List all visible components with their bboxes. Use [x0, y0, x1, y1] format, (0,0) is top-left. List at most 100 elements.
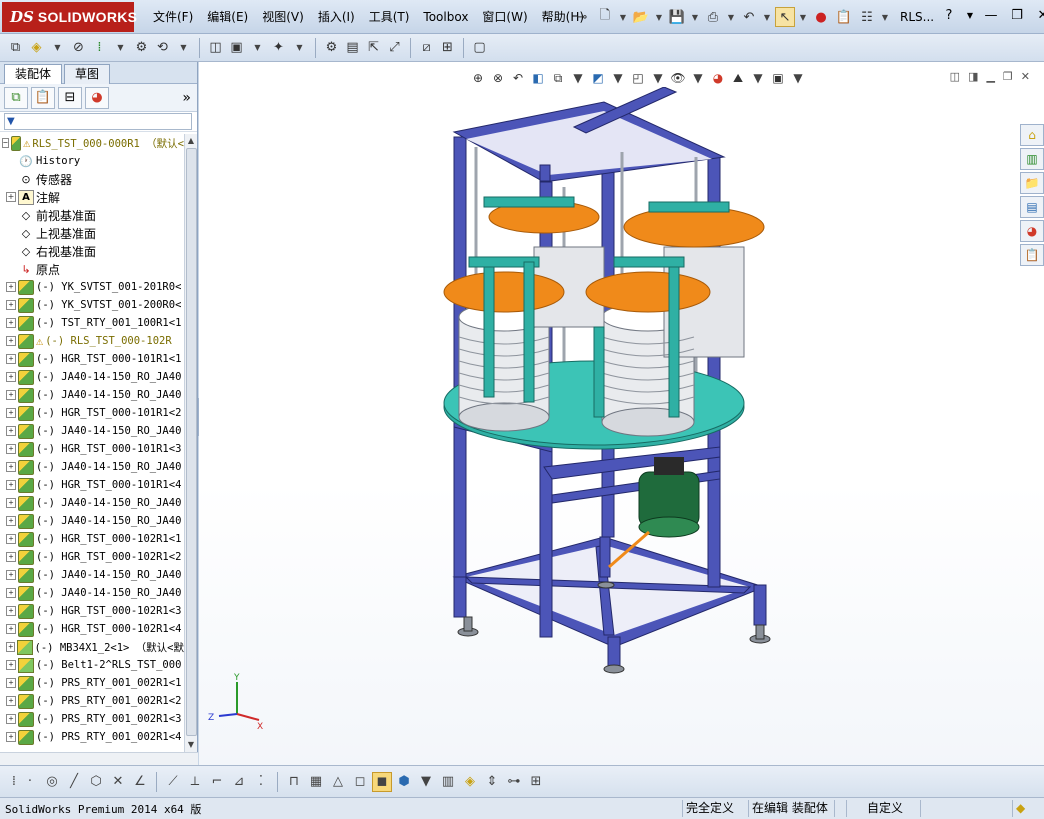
tree-item[interactable]: + (-) Belt1-2^RLS_TST_000	[0, 656, 184, 674]
solidworks-logo[interactable]: DS SOLIDWORKS	[2, 2, 137, 32]
dropdown-arrow-icon[interactable]: ▼	[880, 7, 890, 27]
solidworks-resources-icon[interactable]: ⌂	[1020, 124, 1044, 146]
display-manager-tab-icon[interactable]: ◕	[85, 86, 109, 109]
print-icon[interactable]: ⎙	[703, 7, 723, 27]
smart-fasteners-icon[interactable]: ⚙	[132, 38, 151, 58]
close-icon[interactable]: ✕	[1032, 6, 1044, 26]
circle-icon[interactable]: ◎	[42, 772, 62, 792]
expand-icon[interactable]: +	[6, 444, 16, 454]
dropdown-arrow-icon[interactable]: ▼	[111, 38, 130, 58]
expand-icon[interactable]: +	[6, 552, 16, 562]
tree-item[interactable]: ◇ 右视基准面	[0, 242, 184, 260]
tree-item[interactable]: ◇ 前视基准面	[0, 206, 184, 224]
expand-icon[interactable]: +	[6, 498, 16, 508]
edit-appearance-icon[interactable]: ◕	[709, 68, 727, 88]
tree-item[interactable]: ↳ 原点	[0, 260, 184, 278]
help-icon[interactable]: ?	[938, 6, 960, 26]
feature-tree-filter[interactable]: ▼	[4, 113, 192, 130]
options-icon[interactable]: ☷	[857, 7, 877, 27]
minimize-icon[interactable]: —	[980, 6, 1002, 26]
undo-icon[interactable]: ↶	[739, 7, 759, 27]
menu-item-6[interactable]: 窗口(W)	[475, 0, 534, 34]
point-icon[interactable]: ·	[20, 772, 40, 792]
explode-line-sketch-icon[interactable]: ⤢	[385, 38, 404, 58]
dropdown-arrow-icon[interactable]: ▼	[762, 7, 772, 27]
property-manager-tab-icon[interactable]: 📋	[31, 86, 55, 109]
dropdown-arrow-icon[interactable]: ▼	[690, 7, 700, 27]
trim-icon[interactable]: ✕	[108, 772, 128, 792]
expand-icon[interactable]: +	[6, 570, 16, 580]
view-palette-icon[interactable]: ▤	[1020, 196, 1044, 218]
tree-item[interactable]: + (-) JA40-14-150_RO_JA40	[0, 584, 184, 602]
dropdown-arrow-icon[interactable]: ▼	[726, 7, 736, 27]
menu-item-5[interactable]: Toolbox	[416, 0, 475, 34]
hide-show-items-icon[interactable]: 👁	[669, 68, 687, 88]
expand-icon[interactable]: +	[6, 732, 16, 742]
expand-icon[interactable]: +	[6, 300, 16, 310]
viewport-close-icon[interactable]: ✕	[1021, 70, 1030, 83]
offset-icon[interactable]: ⟂	[185, 772, 205, 792]
assembly-xpert-icon[interactable]: ▥	[438, 772, 458, 792]
dimension-icon[interactable]: ⊓	[284, 772, 304, 792]
tree-item[interactable]: + (-) PRS_RTY_001_002R1<3	[0, 710, 184, 728]
tree-item[interactable]: + (-) HGR_TST_000-101R1<1	[0, 350, 184, 368]
lighting-icon[interactable]: ⊶	[504, 772, 524, 792]
dropdown-arrow-icon[interactable]: ▼	[174, 38, 193, 58]
save-icon[interactable]: 💾	[667, 7, 687, 27]
expand-icon[interactable]: +	[6, 408, 16, 418]
mate-icon[interactable]: ⊘	[69, 38, 88, 58]
dropdown-arrow-icon[interactable]: ▼	[618, 7, 628, 27]
display-style-icon[interactable]: ◰	[629, 68, 647, 88]
view-orientation-icon[interactable]: ◩	[589, 68, 607, 88]
expand-icon[interactable]: +	[6, 282, 16, 292]
chamfer-icon[interactable]: ⊿	[229, 772, 249, 792]
split-right-icon[interactable]: ◨	[968, 70, 978, 83]
mirror-icon[interactable]: ⟋	[163, 772, 183, 792]
dropdown-arrow-icon[interactable]: ▼	[964, 6, 976, 26]
insert-components-icon[interactable]: ⧉	[6, 38, 25, 58]
expand-icon[interactable]: +	[6, 462, 16, 472]
expand-icon[interactable]: +	[6, 480, 16, 490]
section-view-icon[interactable]: ◧	[529, 68, 547, 88]
new-part-icon[interactable]: ◈	[27, 38, 46, 58]
tree-item[interactable]: + (-) HGR_TST_000-101R1<3	[0, 440, 184, 458]
view-settings-icon[interactable]: ▣	[769, 68, 787, 88]
open-folder-icon[interactable]: 📂	[631, 7, 651, 27]
select-pointer-icon[interactable]: ↖	[775, 7, 795, 27]
dropdown-arrow-icon[interactable]: ▼	[649, 68, 667, 88]
more-tabs-icon[interactable]: »	[182, 90, 191, 106]
collapse-icon[interactable]: −	[2, 138, 9, 148]
scroll-down-icon[interactable]: ▼	[185, 738, 197, 752]
show-hidden-icon[interactable]: ◫	[206, 38, 225, 58]
move-component-icon[interactable]: ⟲	[153, 38, 172, 58]
expand-icon[interactable]: +	[6, 660, 16, 670]
tree-item[interactable]: + (-) JA40-14-150_RO_JA40	[0, 566, 184, 584]
large-design-review-icon[interactable]: ◈	[460, 772, 480, 792]
shaded-with-edges-icon[interactable]: ◼	[372, 771, 392, 792]
tree-item[interactable]: + (-) MB34X1_2<1> （默认<默	[0, 638, 184, 656]
restore-icon[interactable]: ❐	[1006, 6, 1028, 26]
tree-item[interactable]: ⊙ 传感器	[0, 170, 184, 188]
instant3d-icon[interactable]: ▢	[470, 38, 489, 58]
tree-item[interactable]: + (-) JA40-14-150_RO_JA40	[0, 422, 184, 440]
tree-item[interactable]: + (-) JA40-14-150_RO_JA40	[0, 458, 184, 476]
menu-item-3[interactable]: 插入(I)	[311, 0, 362, 34]
new-document-icon[interactable]: 🗋	[595, 7, 615, 27]
move-triad-icon[interactable]: ⇕	[482, 772, 502, 792]
fillet-icon[interactable]: ⌐	[207, 772, 227, 792]
tree-item[interactable]: + A 注解	[0, 188, 184, 206]
tree-item[interactable]: + (-) PRS_RTY_001_002R1<4	[0, 728, 184, 746]
expand-icon[interactable]: +	[6, 192, 16, 202]
tree-item[interactable]: + (-) YK_SVTST_001-201R0<	[0, 278, 184, 296]
expand-icon[interactable]: +	[6, 516, 16, 526]
zoom-to-area-icon[interactable]: ⊗	[489, 68, 507, 88]
tag-icon[interactable]: ◆	[1012, 800, 1042, 817]
convert-entities-icon[interactable]: ⁚	[251, 772, 271, 792]
expand-icon[interactable]: +	[6, 588, 16, 598]
dropdown-arrow-icon[interactable]: ▼	[749, 68, 767, 88]
dropdown-arrow-icon[interactable]: ▼	[290, 38, 309, 58]
rebuild-icon[interactable]: ●	[811, 7, 831, 27]
tree-item[interactable]: 🕐 History	[0, 152, 184, 170]
dropdown-arrow-icon[interactable]: ▼	[609, 68, 627, 88]
dropdown-arrow-icon[interactable]: ▼	[654, 7, 664, 27]
